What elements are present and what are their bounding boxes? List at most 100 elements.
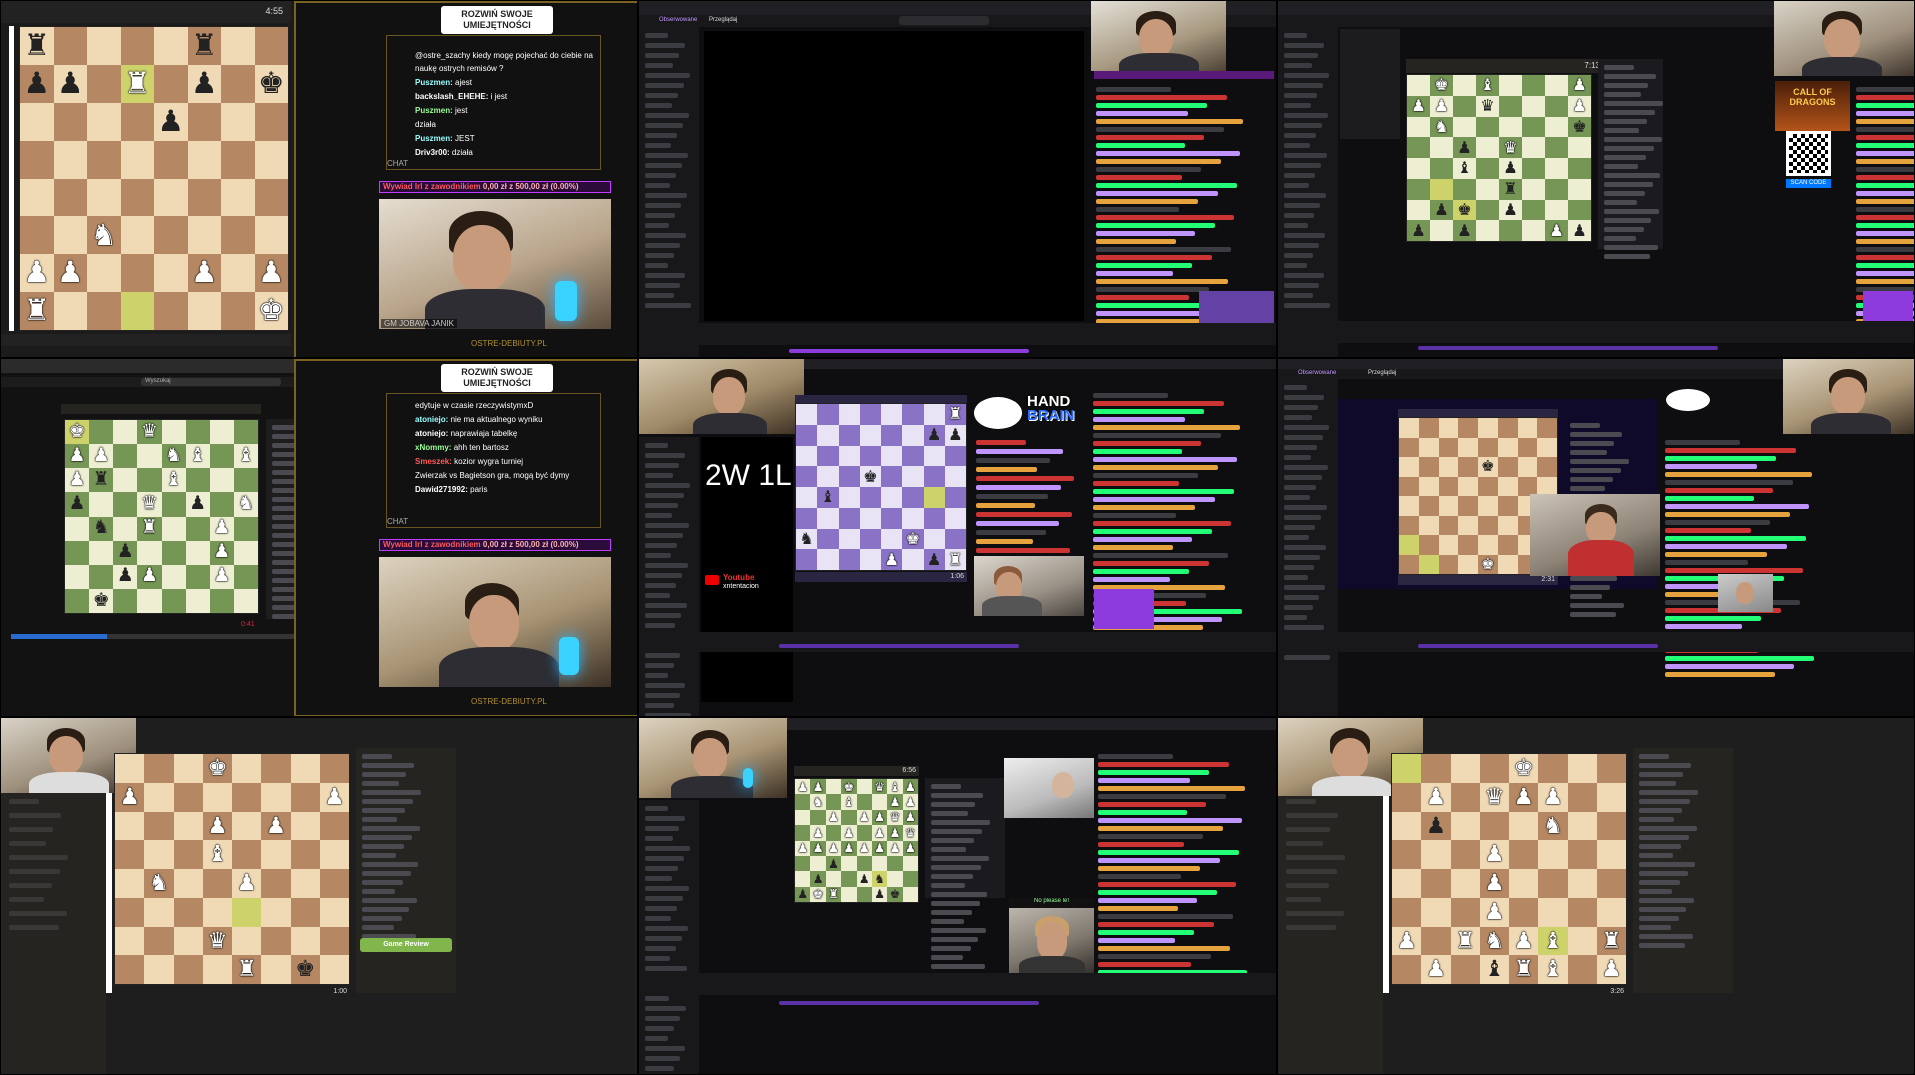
white-knight-icon[interactable]: ♞	[91, 220, 117, 251]
white-pawn-icon[interactable]: ♟	[874, 842, 885, 854]
board-square[interactable]: ♞	[810, 794, 826, 810]
board-square[interactable]	[1537, 437, 1557, 457]
board-square[interactable]	[944, 466, 966, 487]
board-square[interactable]	[841, 809, 857, 826]
board-square[interactable]	[87, 102, 121, 141]
black-pawn-icon[interactable]: ♟	[117, 567, 134, 586]
black-pawn-icon[interactable]: ♟	[874, 888, 885, 900]
board-square[interactable]	[796, 549, 818, 570]
white-pawn-icon[interactable]: ♟	[1426, 958, 1446, 981]
board-square[interactable]	[185, 516, 210, 541]
board-square[interactable]: ♞	[1479, 926, 1509, 956]
board-square[interactable]	[796, 507, 818, 529]
board-square[interactable]	[1568, 137, 1591, 158]
white-knight-icon[interactable]: ♞	[238, 494, 255, 514]
board-square[interactable]: ♚	[202, 754, 232, 783]
board-square[interactable]	[261, 869, 291, 898]
board-square[interactable]	[817, 404, 839, 425]
board-square[interactable]: ♟	[1538, 782, 1568, 812]
white-pawn-icon[interactable]: ♟	[828, 811, 839, 823]
board-square[interactable]	[1430, 158, 1453, 179]
white-pawn-icon[interactable]: ♟	[237, 872, 257, 895]
white-rook-icon[interactable]: ♜	[948, 406, 963, 422]
board-square[interactable]	[1538, 754, 1568, 783]
board-square[interactable]	[87, 140, 121, 179]
white-pawn-icon[interactable]: ♟	[1543, 785, 1563, 808]
board-square[interactable]	[1399, 496, 1419, 516]
board-square[interactable]: ♞	[161, 444, 186, 469]
board-square[interactable]	[1421, 926, 1451, 956]
board-square[interactable]	[838, 487, 860, 508]
board-square[interactable]	[817, 549, 839, 570]
white-knight-icon[interactable]: ♞	[165, 446, 182, 466]
white-king-icon[interactable]: ♚	[1481, 556, 1495, 572]
board-square[interactable]: ♚	[1478, 554, 1498, 574]
board-square[interactable]	[185, 540, 210, 565]
board-square[interactable]	[838, 424, 860, 446]
board-square[interactable]	[187, 216, 221, 255]
board-square[interactable]	[1509, 811, 1539, 841]
board-square[interactable]	[290, 782, 320, 812]
board-square[interactable]	[825, 825, 842, 841]
black-rook-icon[interactable]: ♜	[93, 470, 110, 490]
board-square[interactable]	[1450, 782, 1480, 812]
board-square[interactable]	[1538, 897, 1568, 927]
black-rook-icon[interactable]: ♜	[191, 31, 217, 61]
board-square[interactable]	[209, 588, 234, 613]
board-square[interactable]: ♟	[232, 869, 262, 898]
board-square[interactable]: ♞	[1430, 116, 1453, 138]
white-pawn-icon[interactable]: ♟	[1549, 222, 1564, 239]
board-square[interactable]	[1522, 220, 1545, 241]
board-square[interactable]	[233, 540, 258, 565]
board-square[interactable]	[1478, 437, 1498, 457]
board-square[interactable]	[187, 102, 221, 141]
board-square[interactable]	[859, 404, 881, 425]
board-square[interactable]	[1458, 476, 1478, 496]
board-square[interactable]	[53, 178, 87, 217]
white-pawn-icon[interactable]: ♟	[813, 842, 824, 854]
board-square[interactable]	[1453, 116, 1476, 138]
board-square[interactable]	[1392, 811, 1422, 841]
board-square[interactable]	[1479, 811, 1509, 841]
board-square[interactable]	[144, 811, 174, 841]
board-square[interactable]	[1399, 476, 1419, 496]
board-square[interactable]	[233, 516, 258, 541]
board-square[interactable]	[144, 897, 174, 927]
board-square[interactable]: ♟	[185, 492, 210, 517]
board-square[interactable]	[113, 492, 138, 517]
board-square[interactable]	[120, 292, 154, 330]
board-square[interactable]	[881, 424, 903, 446]
board-square[interactable]	[923, 445, 945, 467]
board-square[interactable]	[1438, 515, 1459, 535]
board-square[interactable]: ♛	[1479, 782, 1509, 812]
board-square[interactable]: ♚	[89, 588, 114, 613]
board-square[interactable]: ♟	[795, 840, 811, 856]
board-square[interactable]: ♟	[1392, 926, 1422, 956]
black-pawn-icon[interactable]: ♟	[191, 68, 217, 99]
board-square[interactable]	[53, 216, 87, 255]
stream-tile-2[interactable]: Obserwowane Przeglądaj	[638, 0, 1277, 358]
board-square[interactable]	[1453, 95, 1476, 117]
board-square[interactable]	[1407, 158, 1430, 179]
board-square[interactable]	[1421, 754, 1451, 783]
board-square[interactable]: ♟	[1568, 220, 1591, 241]
board-square[interactable]	[254, 102, 288, 141]
white-pawn-icon[interactable]: ♟	[1572, 97, 1587, 114]
board-square[interactable]	[232, 840, 262, 869]
board-square[interactable]	[65, 588, 90, 613]
board-square[interactable]	[187, 140, 221, 179]
board-square[interactable]	[137, 468, 162, 493]
board-square[interactable]	[185, 564, 210, 589]
board-square[interactable]	[53, 102, 87, 141]
black-bishop-icon[interactable]: ♝	[1484, 958, 1504, 981]
tab-browse[interactable]: Przeglądaj	[1368, 370, 1396, 376]
board-square[interactable]: ♟	[113, 564, 138, 589]
white-pawn-icon[interactable]: ♟	[1484, 872, 1504, 895]
board-square[interactable]	[1478, 535, 1498, 555]
board-square[interactable]	[173, 955, 203, 984]
board-square[interactable]	[187, 292, 221, 330]
board-square[interactable]	[1450, 811, 1480, 841]
board-square[interactable]	[841, 855, 857, 872]
board-square[interactable]: ♟	[810, 871, 826, 887]
board-square[interactable]: ♟	[871, 840, 888, 856]
